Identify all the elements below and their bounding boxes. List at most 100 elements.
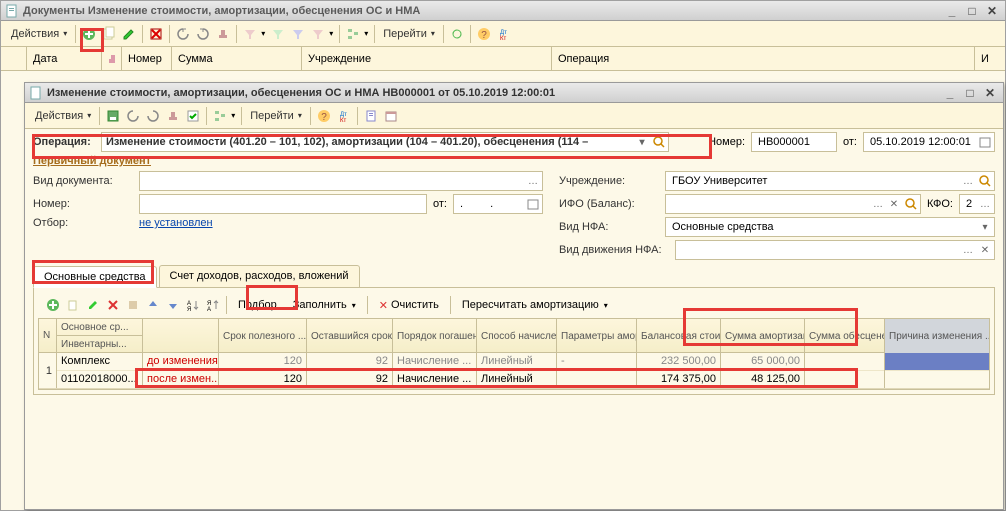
help-icon[interactable]: ? bbox=[315, 107, 333, 125]
chevron-down-icon[interactable]: ▾ bbox=[634, 134, 650, 150]
tab-fixed-assets[interactable]: Основные средства bbox=[33, 266, 157, 288]
minimize-button[interactable]: _ bbox=[941, 85, 959, 101]
ot-field[interactable] bbox=[453, 194, 543, 214]
delete-button[interactable] bbox=[147, 25, 165, 43]
search-icon[interactable] bbox=[651, 134, 667, 150]
col-amort[interactable]: Сумма амортизации bbox=[721, 319, 805, 353]
list-col-operation[interactable]: Операция bbox=[552, 47, 975, 70]
col-useful-life[interactable]: Срок полезного ... bbox=[219, 319, 307, 353]
nfa-move-field[interactable]: … ✕ bbox=[675, 240, 995, 260]
list-col-sum[interactable]: Сумма bbox=[172, 47, 302, 70]
chevron-down-icon[interactable]: ▾ bbox=[977, 219, 993, 235]
number-input[interactable] bbox=[756, 135, 832, 149]
ellipsis-icon[interactable]: … bbox=[960, 242, 976, 258]
minimize-button[interactable]: _ bbox=[943, 3, 961, 19]
ellipsis-icon[interactable]: … bbox=[960, 173, 976, 189]
number-field[interactable] bbox=[751, 132, 837, 152]
nfa-move-input[interactable] bbox=[680, 243, 990, 257]
close-button[interactable]: ✕ bbox=[981, 85, 999, 101]
edit-button[interactable] bbox=[120, 25, 138, 43]
filter-link[interactable]: не установлен bbox=[139, 217, 213, 229]
date-input[interactable] bbox=[868, 135, 990, 149]
stamp-icon[interactable] bbox=[214, 25, 232, 43]
refresh-right-icon[interactable] bbox=[194, 25, 212, 43]
clear-icon[interactable]: ✕ bbox=[886, 196, 902, 212]
stamp-icon[interactable] bbox=[164, 107, 182, 125]
podbor-button[interactable]: Подбор bbox=[231, 296, 284, 314]
post-doc-icon[interactable] bbox=[184, 107, 202, 125]
copy-button[interactable] bbox=[100, 25, 118, 43]
list-col-number[interactable]: Номер bbox=[122, 47, 172, 70]
nfa-type-field[interactable]: ▾ bbox=[665, 217, 995, 237]
tab-accounts[interactable]: Счет доходов, расходов, вложений bbox=[159, 265, 360, 287]
goto-menu[interactable]: Перейти ▾ bbox=[246, 110, 306, 122]
filter3-icon[interactable] bbox=[289, 25, 307, 43]
refresh-left-icon[interactable] bbox=[174, 25, 192, 43]
kfo-field[interactable]: … bbox=[959, 194, 995, 214]
add-row-button[interactable] bbox=[44, 296, 62, 314]
list-col-user[interactable]: И bbox=[975, 47, 1005, 70]
col-params[interactable]: Параметры амортизации bbox=[557, 319, 637, 353]
add-button[interactable] bbox=[80, 25, 98, 43]
edit-row-button[interactable] bbox=[84, 296, 102, 314]
filter1-dropdown[interactable]: ▾ bbox=[259, 29, 267, 38]
calendar-icon[interactable] bbox=[382, 107, 400, 125]
col-order[interactable]: Порядок погашения ... bbox=[393, 319, 477, 353]
close-button[interactable]: ✕ bbox=[983, 3, 1001, 19]
col-main-bottom[interactable]: Инвентарны... bbox=[57, 336, 142, 352]
ellipsis-icon[interactable]: … bbox=[977, 196, 993, 212]
col-before-after[interactable] bbox=[143, 319, 219, 352]
fill-button[interactable]: Заполнить ▾ bbox=[286, 296, 363, 314]
col-n[interactable]: N bbox=[39, 319, 57, 352]
table-row[interactable]: 1 Комплекс 01102018000... до изменения: … bbox=[39, 353, 989, 389]
col-reason[interactable]: Причина изменения ... bbox=[885, 319, 989, 353]
refresh-right-icon[interactable] bbox=[144, 107, 162, 125]
calendar-button[interactable] bbox=[977, 134, 993, 150]
filter4-icon[interactable] bbox=[309, 25, 327, 43]
move-down-icon[interactable] bbox=[164, 296, 182, 314]
institution-field[interactable]: … bbox=[665, 171, 995, 191]
maximize-button[interactable]: □ bbox=[961, 85, 979, 101]
actions-menu[interactable]: Действия ▾ bbox=[31, 110, 95, 122]
date-field[interactable] bbox=[863, 132, 995, 152]
doc-type-input[interactable] bbox=[144, 174, 538, 188]
tree-dropdown[interactable]: ▾ bbox=[229, 111, 237, 120]
search-icon[interactable] bbox=[903, 196, 919, 212]
dtkt-icon[interactable]: ДтКт bbox=[495, 25, 513, 43]
ifo-field[interactable]: … ✕ bbox=[665, 194, 921, 214]
refresh-row-icon[interactable] bbox=[124, 296, 142, 314]
refresh-left-icon[interactable] bbox=[124, 107, 142, 125]
filter1-icon[interactable] bbox=[241, 25, 259, 43]
tree-dropdown[interactable]: ▾ bbox=[362, 29, 370, 38]
doc-type-field[interactable]: … bbox=[139, 171, 543, 191]
col-impair[interactable]: Сумма обесценения bbox=[805, 319, 885, 353]
col-balance[interactable]: Балансовая стоимость bbox=[637, 319, 721, 353]
list-col-institution[interactable]: Учреждение bbox=[302, 47, 552, 70]
delete-row-button[interactable] bbox=[104, 296, 122, 314]
refresh-both-icon[interactable] bbox=[448, 25, 466, 43]
copy-row-button[interactable] bbox=[64, 296, 82, 314]
nfa-type-input[interactable] bbox=[670, 220, 990, 234]
dtkt-icon[interactable]: ДтКт bbox=[335, 107, 353, 125]
list-col-marker[interactable] bbox=[9, 47, 27, 70]
sort-asc-icon[interactable]: АЯ bbox=[184, 296, 202, 314]
search-icon[interactable] bbox=[977, 173, 993, 189]
filter2-icon[interactable] bbox=[269, 25, 287, 43]
tree-icon[interactable] bbox=[211, 107, 229, 125]
operation-select[interactable]: Изменение стоимости (401.20 – 101, 102),… bbox=[101, 132, 669, 152]
institution-input[interactable] bbox=[670, 174, 990, 188]
ellipsis-icon[interactable]: … bbox=[525, 173, 541, 189]
number2-input[interactable] bbox=[144, 197, 422, 211]
sort-desc-icon[interactable]: ЯА bbox=[204, 296, 222, 314]
filter4-dropdown[interactable]: ▾ bbox=[327, 29, 335, 38]
ellipsis-icon[interactable]: … bbox=[870, 196, 886, 212]
calendar-button[interactable] bbox=[525, 196, 541, 212]
maximize-button[interactable]: □ bbox=[963, 3, 981, 19]
recalc-button[interactable]: Пересчитать амортизацию ▾ bbox=[455, 296, 615, 314]
clear-icon[interactable]: ✕ bbox=[977, 242, 993, 258]
report-icon[interactable] bbox=[362, 107, 380, 125]
col-method[interactable]: Способ начисления ... bbox=[477, 319, 557, 353]
help-icon[interactable]: ? bbox=[475, 25, 493, 43]
save-icon[interactable] bbox=[104, 107, 122, 125]
move-up-icon[interactable] bbox=[144, 296, 162, 314]
